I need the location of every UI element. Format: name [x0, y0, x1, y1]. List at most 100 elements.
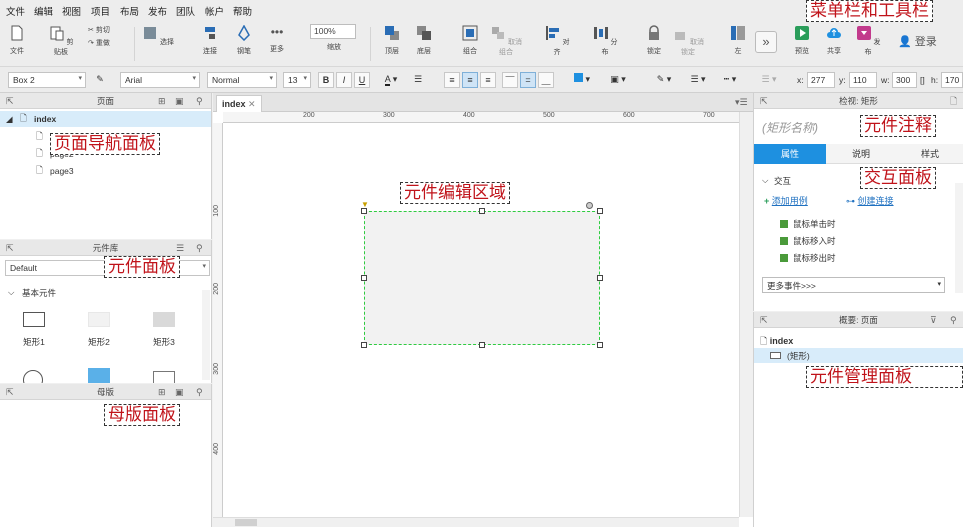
align-left-button[interactable]: ≡	[444, 72, 460, 88]
library-item-rect2[interactable]: 矩形2	[83, 312, 115, 348]
menu-view[interactable]: 视图	[62, 4, 81, 18]
library-item-rect3[interactable]: 矩形3	[148, 312, 180, 348]
filter-icon[interactable]: ⊽	[930, 315, 937, 325]
menu-layout[interactable]: 布局	[120, 4, 139, 18]
expand-toolbar-button[interactable]: »	[755, 31, 777, 53]
more-events-select[interactable]: 更多事件>>> ▾	[762, 277, 945, 293]
widget-select[interactable]: Box 2 ▾	[8, 72, 86, 88]
resize-handle[interactable]	[361, 275, 367, 281]
line-color-button[interactable]: ✎ ▾	[650, 72, 678, 88]
inspector-scrollbar[interactable]	[955, 183, 963, 293]
menu-account[interactable]: 帐户	[205, 4, 224, 18]
menu-project[interactable]: 项目	[91, 4, 110, 18]
create-link-link[interactable]: ⊶ 创建连接	[846, 194, 894, 207]
resize-handle[interactable]	[479, 342, 485, 348]
vertical-scrollbar[interactable]	[739, 112, 753, 517]
notes-page-icon[interactable]: 🗋	[950, 96, 957, 106]
y-field[interactable]: 110	[849, 72, 877, 88]
collapse-icon[interactable]: ⇱	[6, 96, 14, 106]
bullet-list-button[interactable]: ☰	[410, 72, 426, 88]
event-mouse-enter[interactable]: 鼠标移入时	[780, 235, 836, 247]
horizontal-scrollbar[interactable]	[213, 517, 739, 527]
zoom-select[interactable]: 100%	[310, 24, 356, 39]
add-master-icon[interactable]: ⊞	[158, 387, 166, 397]
add-folder-icon[interactable]: ▣	[175, 96, 184, 106]
width-field[interactable]: 300	[892, 72, 917, 88]
login-button[interactable]: 👤 登录	[898, 33, 937, 49]
menu-team[interactable]: 团队	[176, 4, 195, 18]
search-icon[interactable]: ⚲	[196, 243, 203, 253]
close-icon[interactable]: ✕	[248, 99, 256, 109]
resize-handle[interactable]	[479, 208, 485, 214]
font-style-select[interactable]: Normal ▾	[207, 72, 277, 88]
preview-button[interactable]: 预览	[790, 23, 814, 56]
placeholder-icon[interactable]	[153, 371, 175, 383]
collapse-icon[interactable]: ⇱	[6, 243, 14, 253]
align-right-button[interactable]: ≡	[480, 72, 496, 88]
resize-handle[interactable]	[361, 342, 367, 348]
library-scrollbar[interactable]	[202, 290, 210, 380]
shadow-button[interactable]: ▣ ▾	[604, 72, 632, 88]
collapse-icon[interactable]: ⇱	[760, 96, 768, 106]
search-icon[interactable]: ⚲	[196, 387, 203, 397]
send-to-bottom-button[interactable]: 底层	[412, 23, 436, 56]
lock-button[interactable]: 锁定	[642, 23, 666, 56]
add-folder-icon[interactable]: ▣	[175, 387, 184, 397]
image-icon[interactable]	[88, 368, 110, 383]
clipboard-button[interactable]: 剪贴板	[46, 23, 76, 57]
underline-button[interactable]: U	[354, 72, 370, 88]
library-item-rect1[interactable]: 矩形1	[18, 312, 50, 348]
resize-handle[interactable]	[597, 208, 603, 214]
file-button[interactable]: 文件	[6, 23, 28, 56]
unlock-button[interactable]: 取消锁定	[672, 23, 704, 57]
font-size-select[interactable]: 13 ▾	[283, 72, 311, 88]
menu-publish[interactable]: 发布	[148, 4, 167, 18]
tab-menu-icon[interactable]: ▾☰	[735, 97, 748, 108]
bring-to-top-button[interactable]: 顶层	[380, 23, 404, 56]
collapse-icon[interactable]: ⇱	[6, 387, 14, 397]
share-button[interactable]: 共享	[822, 23, 846, 56]
event-mouse-leave[interactable]: 鼠标移出时	[780, 252, 836, 264]
select-tool[interactable]: 选择	[142, 23, 174, 47]
scrollbar-thumb[interactable]	[235, 519, 257, 526]
pen-tool[interactable]: 钢笔	[232, 23, 256, 56]
x-field[interactable]: 277	[807, 72, 835, 88]
font-color-button[interactable]: A ▾	[378, 72, 404, 88]
cut-button[interactable]: ✂ 剪切	[88, 25, 118, 35]
resize-handle[interactable]	[597, 275, 603, 281]
tab-index[interactable]: index ✕	[216, 95, 262, 112]
line-width-button[interactable]: ☰ ▾	[684, 72, 712, 88]
style-edit-icon[interactable]: ✎	[92, 72, 108, 88]
align-top-button[interactable]: ⎺	[502, 72, 518, 88]
align-bottom-button[interactable]: ⎽	[538, 72, 554, 88]
line-style-button[interactable]: ┅ ▾	[716, 72, 744, 88]
connect-tool[interactable]: 连接	[198, 23, 222, 56]
distribute-button[interactable]: 分布	[592, 23, 618, 57]
arrow-style-button[interactable]: ☰ ▾	[756, 72, 782, 88]
align-middle-button[interactable]: =	[520, 72, 536, 88]
align-button[interactable]: 对齐	[544, 23, 570, 57]
menu-edit[interactable]: 编辑	[34, 4, 53, 18]
publish-button[interactable]: 发布	[854, 23, 882, 57]
chevron-down-icon[interactable]: ⌵	[762, 175, 768, 186]
rotate-handle[interactable]	[586, 202, 593, 209]
zoom-control[interactable]: 100% 缩放	[310, 23, 358, 52]
add-page-icon[interactable]: ⊞	[158, 96, 166, 106]
search-icon[interactable]: ⚲	[950, 315, 957, 325]
expand-triangle-icon[interactable]: ◢	[6, 114, 13, 125]
tab-style[interactable]: 样式	[896, 144, 963, 164]
outline-item-rectangle[interactable]: (矩形)	[754, 348, 963, 363]
redo-button[interactable]: ↷ 重做	[88, 38, 118, 48]
align-center-button[interactable]: ≡	[462, 72, 478, 88]
ellipse-icon[interactable]	[23, 370, 43, 383]
italic-button[interactable]: I	[336, 72, 352, 88]
rectangle-widget[interactable]	[364, 211, 600, 345]
tab-notes[interactable]: 说明	[826, 144, 896, 164]
font-family-select[interactable]: Arial ▾	[120, 72, 200, 88]
tab-properties[interactable]: 属性	[754, 144, 826, 164]
menu-help[interactable]: 帮助	[233, 4, 252, 18]
collapse-icon[interactable]: ⇱	[760, 315, 768, 325]
bold-button[interactable]: B	[318, 72, 334, 88]
group-button[interactable]: 组合	[458, 23, 482, 56]
widget-name-field[interactable]: (矩形名称)	[762, 119, 818, 136]
